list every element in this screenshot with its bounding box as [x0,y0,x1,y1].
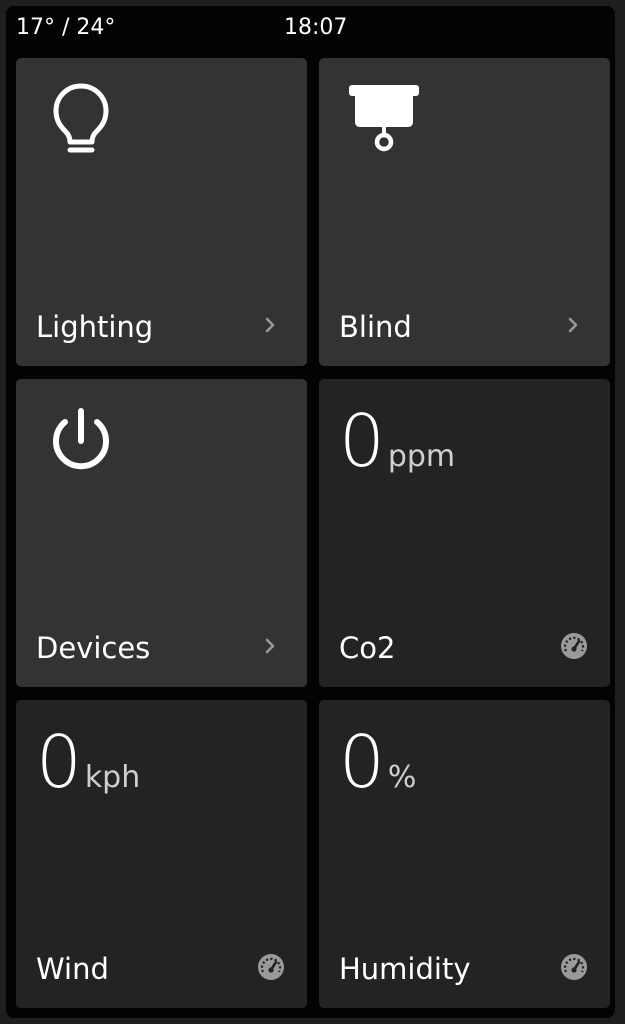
power-icon [53,408,109,470]
clock: 18:07 [284,15,348,40]
wind-label: Wind [36,952,109,986]
humidity-value: 0 [339,720,385,804]
chevron-right-icon [265,317,275,333]
co2-unit: ppm [387,439,456,474]
chevron-right-icon [568,317,578,333]
gauge-icon [561,954,587,980]
co2-label: Co2 [339,631,396,665]
blind-icon [349,85,419,152]
co2-tile[interactable]: 0 ppm Co2 [319,379,610,687]
co2-value: 0 [339,399,385,483]
humidity-unit: % [387,760,417,795]
devices-tile[interactable]: Devices [16,379,307,687]
lighting-tile[interactable]: Lighting [16,58,307,366]
wind-value: 0 [36,720,82,804]
devices-label: Devices [36,631,151,665]
chevron-right-icon [265,638,275,654]
gauge-icon [561,633,587,659]
humidity-tile[interactable]: 0% Humidity [319,700,610,1008]
humidity-reading: 0% [339,722,416,802]
temperature-readout: 17° / 24° [16,15,116,40]
lighting-label: Lighting [36,310,154,344]
status-bar: 17° / 24° 18:07 [0,0,625,54]
co2-reading: 0 ppm [339,401,455,481]
humidity-label: Humidity [339,952,471,986]
lightbulb-icon [53,83,109,153]
wind-reading: 0 kph [36,722,140,802]
gauge-icon [258,954,284,980]
blind-tile[interactable]: Blind [319,58,610,366]
blind-label: Blind [339,310,412,344]
wind-tile[interactable]: 0 kph Wind [16,700,307,1008]
wind-unit: kph [84,760,141,795]
